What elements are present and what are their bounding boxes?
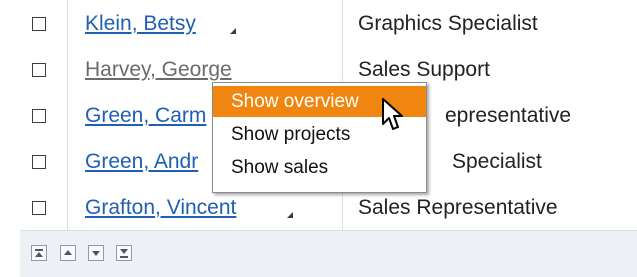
- row-checkbox[interactable]: [32, 17, 46, 31]
- employee-role: Sales Representative: [358, 196, 558, 219]
- menu-item-show-sales[interactable]: Show sales: [213, 152, 426, 183]
- employee-name-link[interactable]: Grafton, Vincent: [85, 196, 236, 220]
- row-select-cell[interactable]: [20, 46, 68, 92]
- employee-name-link[interactable]: Green, Andr: [85, 150, 198, 174]
- row-checkbox[interactable]: [32, 63, 46, 77]
- employee-role: Sales Support: [358, 58, 490, 81]
- table-row[interactable]: Klein, Betsy Graphics Specialist: [20, 0, 637, 47]
- row-checkbox[interactable]: [32, 201, 46, 215]
- mouse-pointer-icon: [382, 98, 403, 130]
- role-cell: Graphics Specialist: [342, 0, 637, 46]
- row-context-marker-icon[interactable]: [287, 212, 293, 218]
- last-page-button[interactable]: [116, 245, 132, 261]
- employee-name-link[interactable]: Green, Carm: [85, 104, 206, 128]
- employee-name-link[interactable]: Klein, Betsy: [85, 12, 196, 36]
- row-select-cell[interactable]: [20, 184, 68, 230]
- row-context-marker-icon[interactable]: [230, 28, 236, 34]
- grid-pagination-bar: [20, 230, 637, 277]
- employee-role: epresentative: [445, 104, 572, 127]
- row-select-cell[interactable]: [20, 138, 68, 184]
- first-page-button[interactable]: [31, 245, 47, 261]
- employee-role: Specialist: [452, 150, 542, 173]
- row-select-cell[interactable]: [20, 0, 68, 46]
- row-select-cell[interactable]: [20, 92, 68, 138]
- next-page-button[interactable]: [88, 245, 104, 261]
- employee-role: Graphics Specialist: [358, 12, 538, 35]
- previous-page-button[interactable]: [60, 245, 76, 261]
- name-cell[interactable]: Klein, Betsy: [67, 0, 343, 46]
- employee-name-link[interactable]: Harvey, George: [85, 58, 232, 82]
- row-checkbox[interactable]: [32, 155, 46, 169]
- row-checkbox[interactable]: [32, 109, 46, 123]
